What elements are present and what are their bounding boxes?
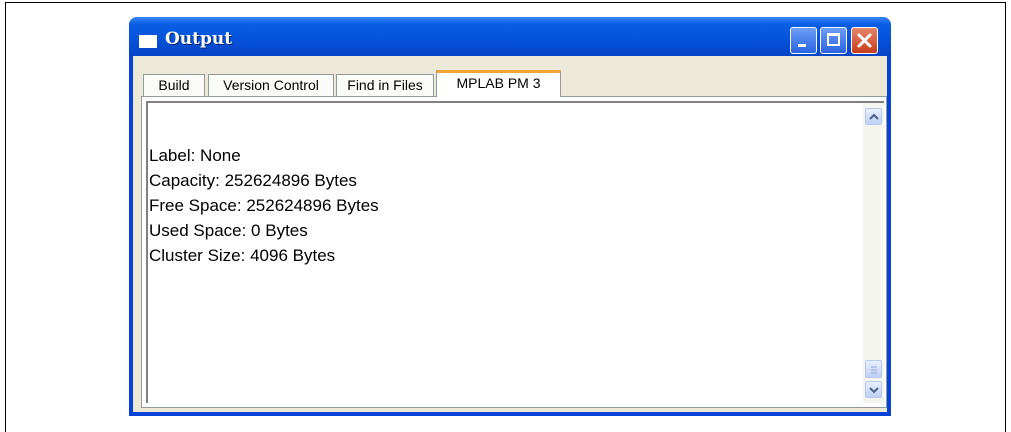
tab-build[interactable]: Build [143, 74, 205, 96]
maximize-icon [827, 33, 840, 46]
tab-version-control[interactable]: Version Control [208, 74, 334, 96]
scroll-thumb[interactable] [865, 360, 882, 378]
window-icon [139, 35, 157, 48]
tab-find-in-files[interactable]: Find in Files [336, 74, 434, 96]
output-line-used-space: Used Space: 0 Bytes [149, 221, 308, 240]
output-window: Output Build Version Control Find in Fil… [129, 17, 891, 416]
output-line-cluster-size: Cluster Size: 4096 Bytes [149, 246, 336, 265]
close-icon [857, 33, 872, 48]
minimize-button[interactable] [790, 27, 817, 54]
tab-panel: Label: None Capacity: 252624896 Bytes Fr… [141, 96, 887, 408]
window-client: Build Version Control Find in Files MPLA… [133, 56, 887, 412]
minimize-icon [798, 44, 806, 47]
grip-icon [871, 366, 877, 374]
output-line-capacity: Capacity: 252624896 Bytes [149, 171, 357, 190]
chevron-up-icon [869, 113, 879, 120]
close-button[interactable] [851, 27, 878, 54]
title-bar[interactable]: Output [129, 17, 891, 56]
output-text-area[interactable]: Label: None Capacity: 252624896 Bytes Fr… [146, 101, 884, 403]
window-title: Output [165, 29, 233, 49]
scroll-down-button[interactable] [865, 381, 882, 398]
maximize-button[interactable] [820, 27, 847, 54]
output-line-free-space: Free Space: 252624896 Bytes [149, 196, 379, 215]
tab-mplab-pm3[interactable]: MPLAB PM 3 [436, 70, 561, 97]
chevron-down-icon [869, 387, 879, 394]
output-line-label: Label: None [149, 146, 241, 165]
scroll-up-button[interactable] [865, 108, 882, 125]
output-content: Label: None Capacity: 252624896 Bytes Fr… [149, 143, 379, 268]
vertical-scrollbar[interactable] [863, 103, 884, 403]
